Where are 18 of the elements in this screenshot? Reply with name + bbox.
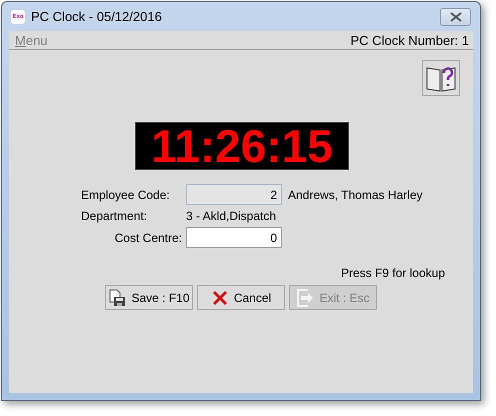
exit-icon: [296, 288, 314, 306]
window-title: PC Clock - 05/12/2016: [31, 9, 163, 24]
employee-name: Andrews, Thomas Harley: [287, 188, 424, 202]
save-button[interactable]: Save : F10: [105, 285, 193, 310]
close-button[interactable]: [440, 8, 471, 26]
close-icon: [450, 12, 462, 22]
cancel-button[interactable]: Cancel: [197, 285, 285, 310]
field-label: Cost Centre:: [114, 230, 183, 244]
cross-icon: [210, 288, 229, 306]
input-field[interactable]: 0: [186, 227, 282, 248]
hint-text: Press F9 for lookup: [340, 266, 445, 280]
help-button[interactable]: [422, 60, 460, 96]
clock-number: PC Clock Number: 1: [350, 32, 469, 48]
field-label: Employee Code:: [81, 188, 171, 202]
clock-display: 11:26:15: [135, 122, 349, 170]
field-value: 3 - Akld,Dispatch: [186, 209, 278, 223]
field-label: Department:: [81, 209, 148, 223]
save-icon: [108, 288, 126, 306]
